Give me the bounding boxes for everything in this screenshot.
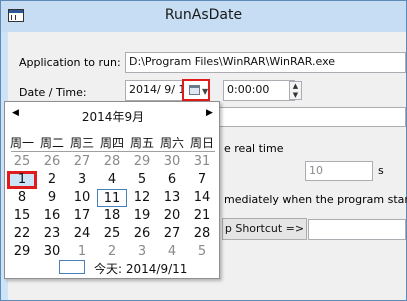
spin-down-icon[interactable]: ▼ xyxy=(290,91,301,100)
calendar-day[interactable]: 29 xyxy=(7,243,37,261)
calendar-day[interactable]: 10 xyxy=(67,189,97,207)
calendar-day[interactable]: 8 xyxy=(7,189,37,207)
calendar-day[interactable]: 2 xyxy=(37,171,67,189)
calendar-day[interactable]: 20 xyxy=(157,207,187,225)
calendar-day[interactable]: 5 xyxy=(187,243,217,261)
shortcut-name-input[interactable] xyxy=(308,219,406,240)
calendar-day[interactable]: 23 xyxy=(37,225,67,243)
calendar-day[interactable]: 29 xyxy=(127,153,157,171)
calendar-day[interactable]: 26 xyxy=(37,153,67,171)
create-shortcut-button[interactable]: p Shortcut => xyxy=(222,218,307,240)
today-link[interactable]: 今天: 2014/9/11 xyxy=(94,260,187,277)
immediate-label: mediately when the program starts xyxy=(224,193,407,206)
application-path-input[interactable]: D:\Program Files\WinRAR\WinRAR.exe xyxy=(125,52,406,73)
interval-unit: s xyxy=(378,164,384,177)
calendar-day[interactable]: 25 xyxy=(97,225,127,243)
today-marker-icon xyxy=(59,260,85,274)
calendar-day[interactable]: 6 xyxy=(157,171,187,189)
calendar-day[interactable]: 3 xyxy=(127,243,157,261)
calendar-day[interactable]: 30 xyxy=(37,243,67,261)
weekday-header: 周日 xyxy=(189,136,214,150)
calendar-day[interactable]: 27 xyxy=(157,225,187,243)
calendar-day[interactable]: 13 xyxy=(157,189,187,207)
date-dropdown-button[interactable]: ▼ xyxy=(182,79,210,101)
next-month-icon[interactable]: ▶ xyxy=(206,108,213,118)
weekday-header: 周六 xyxy=(159,136,184,150)
calendar-day[interactable]: 21 xyxy=(187,207,217,225)
calendar-day[interactable]: 31 xyxy=(187,153,217,171)
calendar-day[interactable]: 15 xyxy=(7,207,37,225)
calendar-day[interactable]: 28 xyxy=(187,225,217,243)
window-title: RunAsDate xyxy=(164,7,243,23)
weekday-header: 周二 xyxy=(39,136,64,150)
interval-input[interactable]: 10 xyxy=(305,161,373,181)
weekday-divider xyxy=(11,151,215,152)
weekday-header: 周三 xyxy=(69,136,94,150)
calendar-month-title[interactable]: 2014年9月 xyxy=(5,108,221,125)
calendar-day[interactable]: 25 xyxy=(7,153,37,171)
calendar-day[interactable]: 22 xyxy=(7,225,37,243)
calendar-day[interactable]: 4 xyxy=(97,171,127,189)
datetime-label: Date / Time: xyxy=(19,86,87,99)
calendar-day[interactable]: 1 xyxy=(67,243,97,261)
calendar-day[interactable]: 19 xyxy=(127,207,157,225)
calendar-day[interactable]: 28 xyxy=(97,153,127,171)
calendar-day[interactable]: 7 xyxy=(187,171,217,189)
calendar-icon xyxy=(189,85,200,95)
calendar-day[interactable]: 1 xyxy=(7,171,37,189)
title-bar: RunAsDate xyxy=(1,1,406,32)
weekday-header: 周一 xyxy=(9,136,34,150)
calendar-header: ◀ 2014年9月 ▶ xyxy=(5,108,221,124)
weekday-header: 周五 xyxy=(129,136,154,150)
time-input[interactable]: 0:00:00 xyxy=(223,80,295,101)
calendar-day[interactable]: 12 xyxy=(127,189,157,207)
calendar-day[interactable]: 5 xyxy=(127,171,157,189)
calendar-day[interactable]: 27 xyxy=(67,153,97,171)
calendar-day[interactable]: 4 xyxy=(157,243,187,261)
time-spinner[interactable]: ▲ ▼ xyxy=(289,81,302,100)
calendar-day[interactable]: 9 xyxy=(37,189,67,207)
calendar-day[interactable]: 17 xyxy=(67,207,97,225)
calendar-day[interactable]: 2 xyxy=(97,243,127,261)
spin-up-icon[interactable]: ▲ xyxy=(290,82,301,91)
calendar-day[interactable]: 11 xyxy=(97,189,127,207)
realtime-label: e real time xyxy=(224,142,284,155)
date-input[interactable]: 2014/ 9/ 1 xyxy=(125,80,183,101)
calendar-day[interactable]: 30 xyxy=(157,153,187,171)
weekday-header: 周四 xyxy=(99,136,124,150)
chevron-down-icon: ▼ xyxy=(202,87,209,96)
runasdate-window: RunAsDate Application to run: D:\Program… xyxy=(0,0,407,301)
calendar-day[interactable]: 14 xyxy=(187,189,217,207)
calendar-popup: ◀ 2014年9月 ▶ 周一 周二 周三 周四 周五 周六 周日 25 26 27 28 29 30 3… xyxy=(4,101,220,279)
app-label: Application to run: xyxy=(19,56,121,69)
calendar-day[interactable]: 24 xyxy=(67,225,97,243)
calendar-day[interactable]: 26 xyxy=(127,225,157,243)
calendar-day[interactable]: 16 xyxy=(37,207,67,225)
calendar-day[interactable]: 18 xyxy=(97,207,127,225)
calendar-day[interactable]: 3 xyxy=(67,171,97,189)
